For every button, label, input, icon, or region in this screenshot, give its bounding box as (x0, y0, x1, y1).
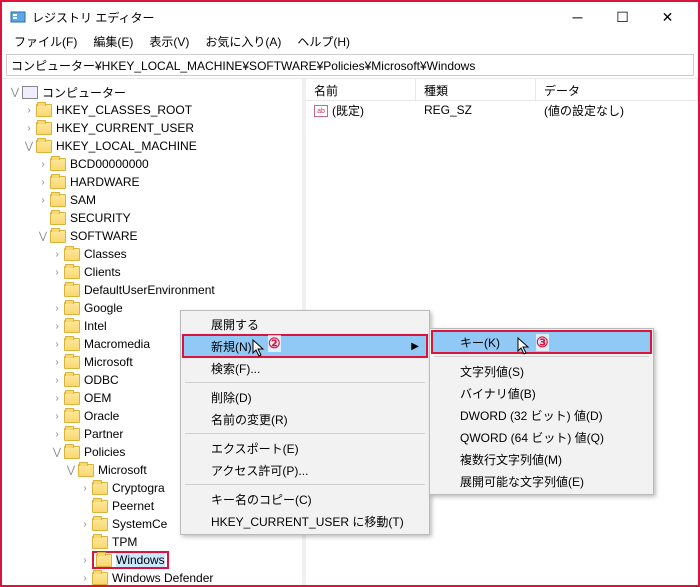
folder-icon (50, 230, 66, 243)
folder-icon (64, 302, 80, 315)
tree-software[interactable]: ⋁SOFTWARE (2, 227, 302, 245)
cm-copykey[interactable]: キー名のコピー(C) (183, 488, 427, 510)
address-bar[interactable]: コンピューター¥HKEY_LOCAL_MACHINE¥SOFTWARE¥Poli… (6, 54, 694, 76)
folder-icon (36, 122, 52, 135)
cm-new-string[interactable]: 文字列値(S) (432, 360, 651, 382)
cm-new[interactable]: 新規(N)▶ (183, 335, 427, 357)
menu-edit[interactable]: 編集(E) (85, 32, 141, 52)
context-menu: 展開する 新規(N)▶ 検索(F)... 削除(D) 名前の変更(R) エクスポ… (180, 310, 430, 535)
cm-find[interactable]: 検索(F)... (183, 357, 427, 379)
folder-icon (50, 194, 66, 207)
cm-new-qword[interactable]: QWORD (64 ビット) 値(Q) (432, 426, 651, 448)
folder-icon (64, 320, 80, 333)
tree-windows[interactable]: ›Windows (2, 551, 302, 569)
cm-export[interactable]: エクスポート(E) (183, 437, 427, 459)
string-value-icon: ab (314, 105, 328, 117)
folder-icon (64, 356, 80, 369)
folder-icon (36, 140, 52, 153)
cm-separator (185, 484, 425, 485)
tree-due[interactable]: DefaultUserEnvironment (2, 281, 302, 299)
tree-security[interactable]: SECURITY (2, 209, 302, 227)
menu-favorites[interactable]: お気に入り(A) (197, 32, 289, 52)
tree-hklm[interactable]: ⋁HKEY_LOCAL_MACHINE (2, 137, 302, 155)
cm-separator (185, 433, 425, 434)
address-text: コンピューター¥HKEY_LOCAL_MACHINE¥SOFTWARE¥Poli… (11, 57, 475, 74)
cm-separator (434, 356, 649, 357)
cm-new-expandstring[interactable]: 展開可能な文字列値(E) (432, 470, 651, 492)
tree-clients[interactable]: ›Clients (2, 263, 302, 281)
tree-hkcr[interactable]: ›HKEY_CLASSES_ROOT (2, 101, 302, 119)
folder-icon (96, 554, 112, 567)
cm-new-dword[interactable]: DWORD (32 ビット) 値(D) (432, 404, 651, 426)
folder-icon (92, 482, 108, 495)
tree-tpm[interactable]: TPM (2, 533, 302, 551)
tree-bcd[interactable]: ›BCD00000000 (2, 155, 302, 173)
tree-sam[interactable]: ›SAM (2, 191, 302, 209)
folder-icon (36, 104, 52, 117)
folder-icon (92, 536, 108, 549)
cm-permissions[interactable]: アクセス許可(P)... (183, 459, 427, 481)
folder-icon (78, 464, 94, 477)
folder-icon (50, 212, 66, 225)
menu-view[interactable]: 表示(V) (141, 32, 197, 52)
tree-windows-defender[interactable]: ›Windows Defender (2, 569, 302, 585)
minimize-button[interactable]: ─ (555, 2, 600, 32)
folder-icon (92, 500, 108, 513)
cm-goto-hkcu[interactable]: HKEY_CURRENT_USER に移動(T) (183, 510, 427, 532)
tree-hardware[interactable]: ›HARDWARE (2, 173, 302, 191)
cm-separator (185, 382, 425, 383)
cm-expand[interactable]: 展開する (183, 313, 427, 335)
app-icon (10, 9, 26, 25)
cm-rename[interactable]: 名前の変更(R) (183, 408, 427, 430)
registry-editor-window: レジストリ エディター ─ ☐ ✕ ファイル(F) 編集(E) 表示(V) お気… (2, 2, 698, 585)
col-data[interactable]: データ (536, 79, 698, 100)
menubar: ファイル(F) 編集(E) 表示(V) お気に入り(A) ヘルプ(H) (2, 32, 698, 52)
cm-delete[interactable]: 削除(D) (183, 386, 427, 408)
menu-help[interactable]: ヘルプ(H) (289, 32, 358, 52)
submenu-arrow-icon: ▶ (411, 341, 419, 352)
annotation-2: ② (268, 335, 281, 352)
folder-icon (64, 338, 80, 351)
folder-icon (50, 158, 66, 171)
cm-new-binary[interactable]: バイナリ値(B) (432, 382, 651, 404)
folder-icon (64, 392, 80, 405)
folder-icon (64, 410, 80, 423)
close-button[interactable]: ✕ (645, 2, 690, 32)
tree-classes[interactable]: ›Classes (2, 245, 302, 263)
tree-computer[interactable]: ⋁コンピューター (2, 83, 302, 101)
cm-new-multistring[interactable]: 複数行文字列値(M) (432, 448, 651, 470)
maximize-button[interactable]: ☐ (600, 2, 645, 32)
folder-icon (64, 284, 80, 297)
folder-icon (92, 572, 108, 585)
folder-icon (64, 266, 80, 279)
tree-hkcu[interactable]: ›HKEY_CURRENT_USER (2, 119, 302, 137)
computer-icon (22, 86, 38, 99)
list-row-default[interactable]: ab(既定) REG_SZ (値の設定なし) (306, 101, 698, 119)
folder-icon (64, 374, 80, 387)
col-name[interactable]: 名前 (306, 79, 416, 100)
window-title: レジストリ エディター (32, 9, 555, 26)
annotation-3: ③ (536, 334, 549, 351)
context-submenu-new: キー(K) 文字列値(S) バイナリ値(B) DWORD (32 ビット) 値(… (429, 328, 654, 495)
titlebar: レジストリ エディター ─ ☐ ✕ (2, 2, 698, 32)
folder-icon (64, 248, 80, 261)
folder-icon (64, 446, 80, 459)
folder-icon (64, 428, 80, 441)
folder-icon (92, 518, 108, 531)
folder-icon (50, 176, 66, 189)
col-type[interactable]: 種類 (416, 79, 536, 100)
menu-file[interactable]: ファイル(F) (6, 32, 85, 52)
